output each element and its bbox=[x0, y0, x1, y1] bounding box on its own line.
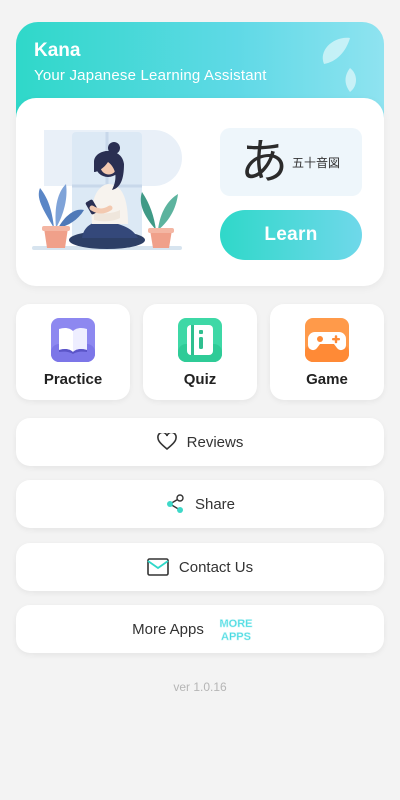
more-apps-label: More Apps bbox=[132, 620, 204, 638]
sakura-petal-small-icon bbox=[345, 68, 356, 92]
quiz-label: Quiz bbox=[183, 371, 217, 388]
notebook-icon bbox=[178, 318, 222, 362]
mail-icon bbox=[147, 558, 169, 576]
app-title: Kana bbox=[34, 40, 81, 61]
reviews-label: Reviews bbox=[186, 433, 244, 451]
share-button[interactable]: Share bbox=[16, 480, 384, 528]
share-label: Share bbox=[194, 495, 236, 513]
reviews-button[interactable]: Reviews bbox=[16, 418, 384, 466]
more-badge-line2: APPS bbox=[221, 631, 251, 643]
game-tile[interactable]: Game bbox=[270, 304, 384, 400]
gamepad-icon bbox=[305, 318, 349, 362]
kana-chart-label: 五十音図 bbox=[292, 156, 341, 170]
contact-us-button[interactable]: Contact Us bbox=[16, 543, 384, 591]
studying-girl-illustration bbox=[32, 130, 182, 250]
app-subtitle: Your Japanese Learning Assistant bbox=[34, 67, 267, 84]
more-badge-line1: MORE bbox=[219, 618, 252, 630]
book-icon bbox=[51, 318, 95, 362]
learn-button[interactable]: Learn bbox=[220, 210, 362, 260]
more-apps-badge-icon: MORE APPS bbox=[219, 618, 253, 643]
hero-card: あ 五十音図 Learn bbox=[16, 98, 384, 286]
kana-character: あ bbox=[240, 134, 289, 190]
practice-tile[interactable]: Practice bbox=[16, 304, 130, 400]
version-text: ver 1.0.16 bbox=[173, 680, 227, 694]
quiz-tile[interactable]: Quiz bbox=[143, 304, 257, 400]
practice-label: Practice bbox=[43, 371, 103, 388]
more-apps-button[interactable]: More Apps MORE APPS bbox=[16, 605, 384, 653]
heart-icon bbox=[156, 433, 177, 451]
kana-chart-card[interactable]: あ 五十音図 bbox=[220, 128, 362, 196]
game-label: Game bbox=[306, 371, 348, 388]
share-icon bbox=[166, 494, 184, 513]
contact-us-label: Contact Us bbox=[178, 558, 254, 576]
